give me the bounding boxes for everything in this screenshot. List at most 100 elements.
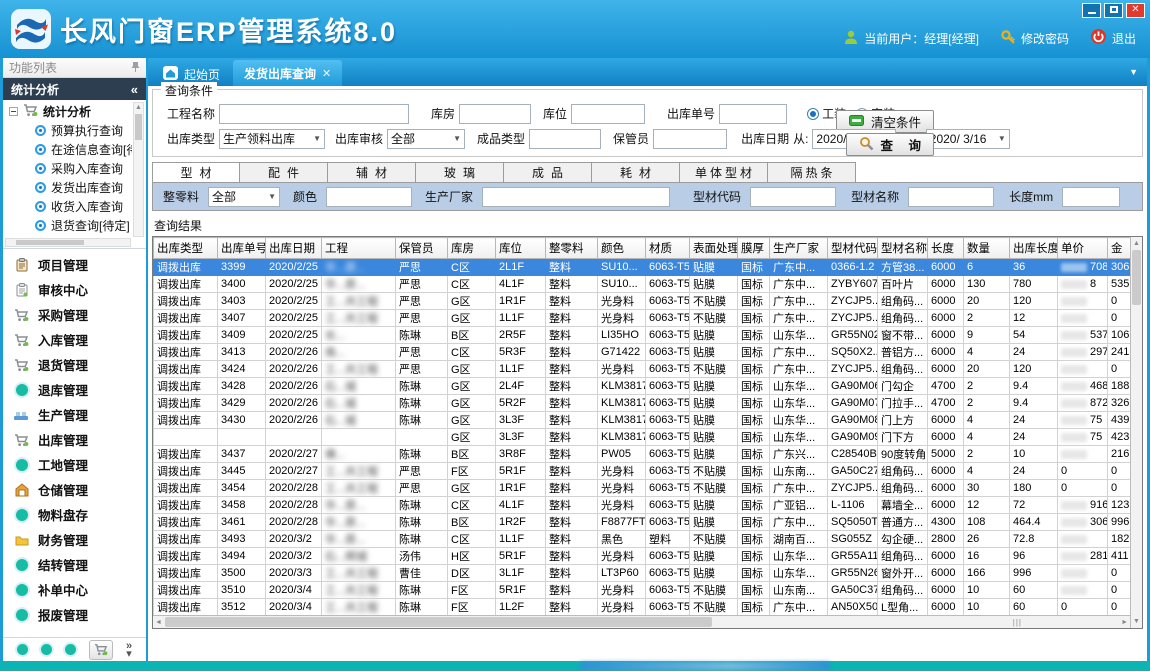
tab-close-icon[interactable]: ✕ [322, 67, 331, 80]
pin-icon[interactable] [131, 61, 140, 75]
column-header[interactable]: 表面处理 [690, 238, 738, 259]
profile-code-input[interactable] [750, 187, 836, 207]
cart-module-button[interactable] [89, 640, 113, 660]
tree-item[interactable]: 收货入库查询 [5, 197, 132, 216]
column-header[interactable]: 保管员 [396, 238, 448, 259]
column-header[interactable]: 出库类型 [154, 238, 218, 259]
nav-item-生产管理[interactable]: 生产管理 [3, 402, 146, 427]
nav-item-仓储管理[interactable]: 仓储管理 [3, 477, 146, 502]
tree-vertical-scrollbar[interactable]: ▲ [133, 102, 144, 237]
column-header[interactable]: 颜色 [598, 238, 646, 259]
tree-item[interactable]: 在途信息查询[待 [5, 140, 132, 159]
date-to-picker[interactable]: 2020/ 3/16▼ [926, 129, 1010, 149]
table-row[interactable]: 调拨出库34372020/2/27佛...陈琳B区3R8F整料PW056063-… [154, 446, 1131, 463]
color-input[interactable] [326, 187, 412, 207]
nav-item-退货管理[interactable]: 退货管理 [3, 352, 146, 377]
length-input[interactable] [1062, 187, 1120, 207]
table-row[interactable]: 调拨出库34242020/2/26工...共工程严思G区1L1F整料光身料606… [154, 361, 1131, 378]
project-name-input[interactable] [219, 104, 409, 124]
column-header[interactable]: 库房 [448, 238, 496, 259]
table-row[interactable]: 调拨出库34132020/2/26南...严思C区5R3F整料G71422606… [154, 344, 1131, 361]
minimize-button[interactable] [1082, 3, 1101, 18]
more-modules-button[interactable]: »▾ [126, 642, 132, 658]
logout-button[interactable]: 退出 [1090, 28, 1136, 48]
collapse-icon[interactable]: « [131, 82, 138, 97]
tree-item[interactable]: 预算执行查询 [5, 121, 132, 140]
column-header[interactable]: 型材名称 [878, 238, 928, 259]
table-row[interactable]: 调拨出库34282020/2/26石...城陈琳G区2L4F整料KLM38176… [154, 378, 1131, 395]
tree-root[interactable]: 统计分析 [5, 102, 132, 121]
column-header[interactable]: 膜厚 [738, 238, 770, 259]
table-row[interactable]: 调拨出库34032020/2/25工...共工程严思G区1R1F整料光身料606… [154, 293, 1131, 310]
module-dot-icon[interactable] [65, 644, 76, 655]
column-header[interactable]: 库位 [496, 238, 546, 259]
profile-name-input[interactable] [908, 187, 994, 207]
search-button[interactable]: 查 询 [846, 133, 934, 156]
tree-horizontal-scrollbar[interactable] [5, 238, 131, 247]
table-row[interactable]: 调拨出库34292020/2/26石...城陈琳G区5R2F整料KLM38176… [154, 395, 1131, 412]
location-input[interactable] [571, 104, 645, 124]
table-row[interactable]: 调拨出库35122020/3/4工...共工程陈琳F区1L2F整料光身料6063… [154, 599, 1131, 616]
material-tab-耗材[interactable]: 耗材 [592, 162, 680, 183]
nav-item-采购管理[interactable]: 采购管理 [3, 302, 146, 327]
material-tab-隔热条[interactable]: 隔热条 [768, 162, 856, 183]
outbound-audit-select[interactable]: 全部▼ [387, 129, 465, 149]
material-tab-型材[interactable]: 型材 [152, 162, 240, 183]
table-row[interactable]: 调拨出库34302020/2/26石...城陈琳G区3L3F整料KLM38176… [154, 412, 1131, 429]
material-tab-配件[interactable]: 配件 [240, 162, 328, 183]
table-row[interactable]: 调拨出库34452020/2/27工...共工程严思F区5R1F整料光身料606… [154, 463, 1131, 480]
keeper-input[interactable] [653, 129, 727, 149]
table-row[interactable]: 调拨出库34092020/2/25长...陈琳B区2R5F整料LI35HO606… [154, 327, 1131, 344]
material-tab-成品[interactable]: 成品 [504, 162, 592, 183]
material-tab-辅材[interactable]: 辅材 [328, 162, 416, 183]
tree-expander-icon[interactable] [9, 107, 18, 116]
outbound-type-select[interactable]: 生产领料出库▼ [219, 129, 325, 149]
stats-section-header[interactable]: 统计分析 « [3, 78, 146, 100]
table-row[interactable]: 调拨出库34542020/2/28工...共工程严思G区1R1F整料光身料606… [154, 480, 1131, 497]
table-row[interactable]: 调拨出库34942020/3/2石...辉城汤伟H区5R1F整料光身料6063-… [154, 548, 1131, 565]
column-header[interactable]: 长度 [928, 238, 964, 259]
column-header[interactable]: 整零料 [546, 238, 598, 259]
warehouse-input[interactable] [459, 104, 531, 124]
nav-item-补单中心[interactable]: 补单中心 [3, 577, 146, 602]
material-tab-单体型材[interactable]: 单体型材 [680, 162, 768, 183]
tree-item[interactable]: 采购入库查询 [5, 159, 132, 178]
whole-piece-select[interactable]: 全部▼ [208, 187, 280, 207]
column-header[interactable]: 出库单号 [218, 238, 266, 259]
nav-item-报废管理[interactable]: 报废管理 [3, 602, 146, 627]
table-row[interactable]: 调拨出库35002020/3/3工...共工程曹佳D区3L1F整料LT3P606… [154, 565, 1131, 582]
order-no-input[interactable] [719, 104, 787, 124]
table-row[interactable]: G区3L3F整料KLM38176063-T5贴膜国标山东华...GA90M09.… [154, 429, 1131, 446]
table-row[interactable]: 调拨出库34932020/3/2华...原...陈琳C区1L1F整料黑色塑料不贴… [154, 531, 1131, 548]
table-horizontal-scrollbar[interactable]: ◄|||► [153, 615, 1130, 628]
column-header[interactable]: 型材代码 [828, 238, 878, 259]
column-header[interactable]: 工程 [322, 238, 396, 259]
tab-list-dropdown-icon[interactable]: ▼ [1129, 67, 1138, 77]
nav-item-审核中心[interactable]: 审核中心 [3, 277, 146, 302]
product-type-input[interactable] [529, 129, 601, 149]
nav-item-出库管理[interactable]: 出库管理 [3, 427, 146, 452]
module-dot-icon[interactable] [17, 644, 28, 655]
column-header[interactable]: 材质 [646, 238, 690, 259]
change-password-button[interactable]: 修改密码 [1000, 29, 1069, 48]
tree-item[interactable]: 发货出库查询 [5, 178, 132, 197]
nav-item-财务管理[interactable]: 财务管理 [3, 527, 146, 552]
maker-input[interactable] [482, 187, 670, 207]
table-row[interactable]: 调拨出库34612020/2/28华...原...陈琳B区1R2F整料F8877… [154, 514, 1131, 531]
column-header[interactable]: 金 [1108, 238, 1131, 259]
close-button[interactable]: ✕ [1126, 3, 1145, 18]
tree-item[interactable]: 退货查询[待定] [5, 216, 132, 235]
table-row[interactable]: 调拨出库35102020/3/4工...共工程陈琳F区5R1F整料光身料6063… [154, 582, 1131, 599]
nav-item-入库管理[interactable]: 入库管理 [3, 327, 146, 352]
tab-shipping-outbound-query[interactable]: 发货出库查询 ✕ [233, 60, 342, 86]
nav-item-退库管理[interactable]: 退库管理 [3, 377, 146, 402]
column-header[interactable]: 出库长度 [1010, 238, 1058, 259]
nav-item-项目管理[interactable]: 项目管理 [3, 252, 146, 277]
column-header[interactable]: 生产厂家 [770, 238, 828, 259]
column-header[interactable]: 单价 [1058, 238, 1108, 259]
table-row[interactable]: 调拨出库34582020/2/28华...原...陈琳C区4L1F整料光身料60… [154, 497, 1131, 514]
nav-item-工地管理[interactable]: 工地管理 [3, 452, 146, 477]
module-dot-icon[interactable] [41, 644, 52, 655]
nav-item-物料盘存[interactable]: 物料盘存 [3, 502, 146, 527]
maximize-button[interactable] [1104, 3, 1123, 18]
